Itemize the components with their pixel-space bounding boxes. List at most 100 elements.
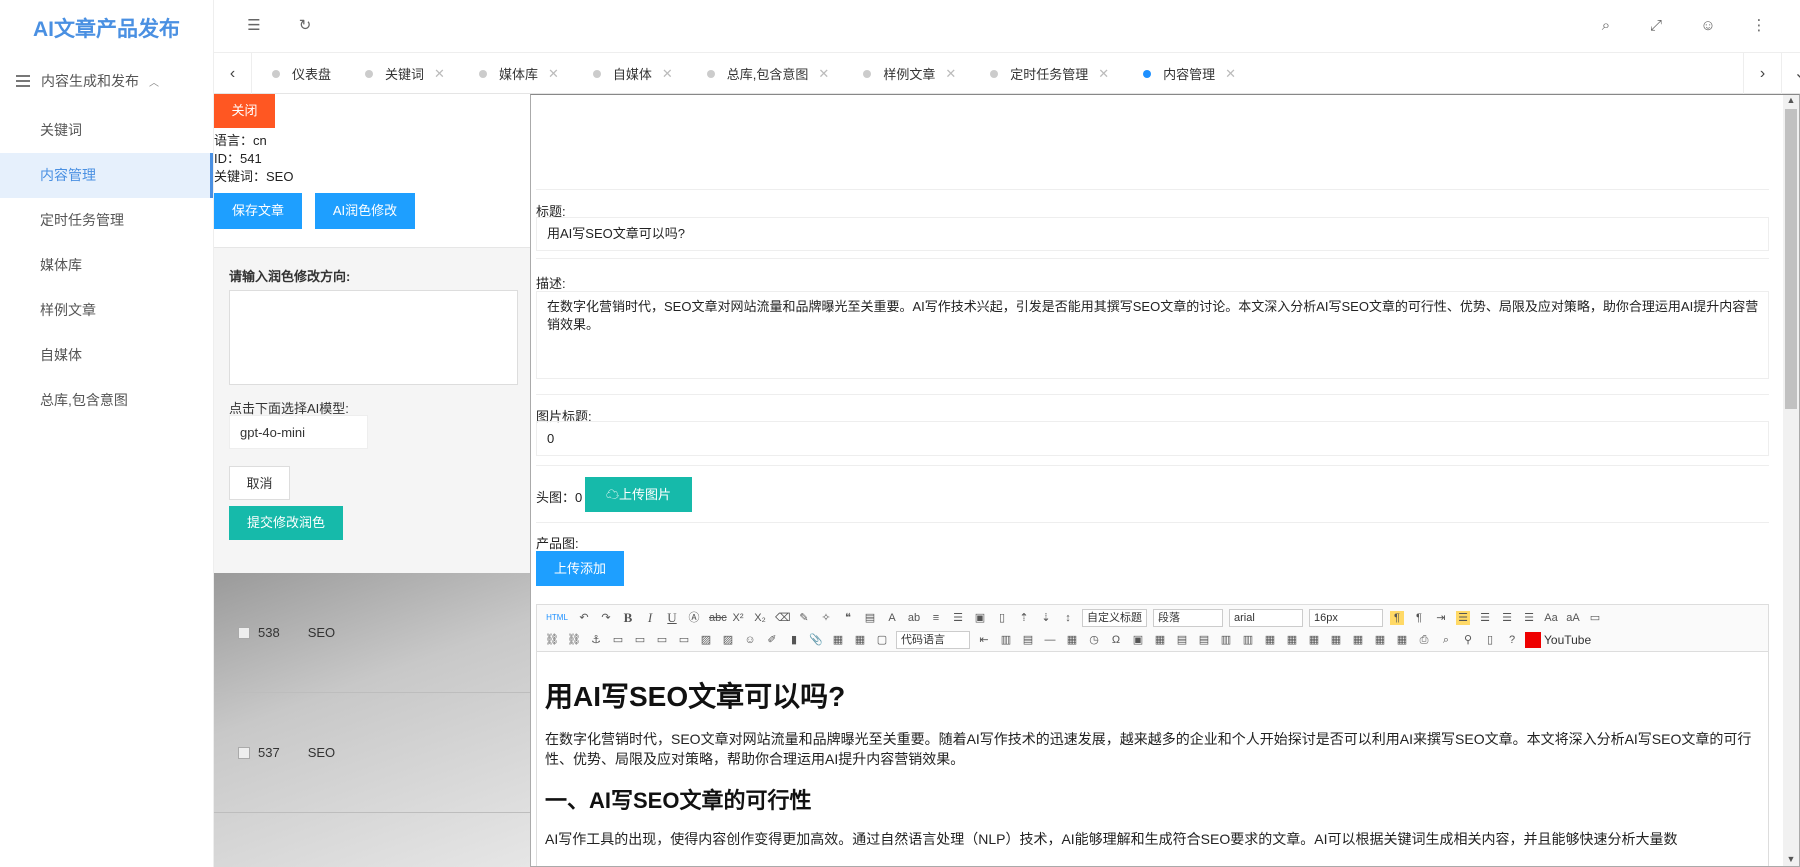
html-source-icon[interactable]: HTML: [545, 611, 569, 625]
indent-icon[interactable]: ⇥: [1434, 611, 1448, 625]
delete-row-icon[interactable]: ▤: [1197, 633, 1211, 647]
search-replace-icon[interactable]: ⚲: [1461, 633, 1475, 647]
help-icon[interactable]: ?: [1505, 633, 1519, 647]
tab-dashboard[interactable]: 仪表盘: [252, 53, 345, 94]
save-article-button[interactable]: 保存文章: [214, 193, 302, 229]
background-icon[interactable]: ▥: [999, 633, 1013, 647]
table-props-icon[interactable]: ▦: [1395, 633, 1409, 647]
highlight-icon[interactable]: ab: [907, 611, 921, 625]
scroll-down-icon[interactable]: ▼: [1783, 854, 1799, 866]
special-chars-icon[interactable]: Ω: [1109, 633, 1123, 647]
time-icon[interactable]: ◷: [1087, 633, 1101, 647]
upload-image-button[interactable]: ☁上传图片: [585, 477, 692, 512]
uppercase-icon[interactable]: Aa: [1544, 611, 1558, 625]
cancel-button[interactable]: 取消: [229, 466, 290, 500]
paste-plain-icon[interactable]: ▤: [863, 611, 877, 625]
vertical-scrollbar[interactable]: ▲ ▼: [1783, 95, 1799, 866]
upload-add-button[interactable]: 上传添加: [536, 551, 624, 586]
format-painter-icon[interactable]: ✎: [797, 611, 811, 625]
insert-col-icon[interactable]: ▥: [1219, 633, 1233, 647]
image-right-icon[interactable]: ▭: [655, 633, 669, 647]
title-input[interactable]: 用AI写SEO文章可以吗?: [536, 217, 1769, 251]
app-logo[interactable]: AI文章产品发布: [0, 0, 213, 54]
fullscreen-editor-icon[interactable]: ▭: [1588, 611, 1602, 625]
underline-icon[interactable]: U: [665, 611, 679, 625]
more-icon[interactable]: ⋮: [1749, 16, 1769, 36]
close-icon[interactable]: ✕: [434, 66, 445, 82]
unordered-list-icon[interactable]: ☰: [951, 611, 965, 625]
split-cols-icon[interactable]: ▦: [1373, 633, 1387, 647]
merge-right-icon[interactable]: ▦: [1307, 633, 1321, 647]
tabs-next-icon[interactable]: ›: [1743, 53, 1781, 94]
row-checkbox[interactable]: [238, 626, 250, 639]
tab-sample-articles[interactable]: 样例文章 ✕: [843, 53, 970, 94]
map-icon[interactable]: ▦: [831, 633, 845, 647]
insert-frame-icon[interactable]: ▢: [875, 633, 889, 647]
image-icon[interactable]: ▨: [699, 633, 713, 647]
emoji-icon[interactable]: ☺: [743, 633, 757, 647]
table-icon[interactable]: ▦: [1153, 633, 1167, 647]
align-left-icon[interactable]: ☰: [1456, 611, 1470, 625]
italic-icon[interactable]: I: [643, 611, 657, 625]
auto-format-icon[interactable]: ✧: [819, 611, 833, 625]
align-justify-icon[interactable]: ☰: [1522, 611, 1536, 625]
image-left-icon[interactable]: ▭: [633, 633, 647, 647]
align-right-icon[interactable]: ☰: [1500, 611, 1514, 625]
sidebar-item-content-management[interactable]: 内容管理: [0, 153, 213, 198]
line-height-icon[interactable]: ↕: [1061, 611, 1075, 625]
sidebar-item-self-media[interactable]: 自媒体: [0, 333, 213, 378]
drafts-icon[interactable]: ▯: [1483, 633, 1497, 647]
tab-content-management[interactable]: 内容管理 ✕: [1123, 53, 1250, 94]
wordimage-icon[interactable]: ▣: [1131, 633, 1145, 647]
tab-scheduled-tasks[interactable]: 定时任务管理 ✕: [970, 53, 1123, 94]
row-spacing-top-icon[interactable]: ⇡: [1017, 611, 1031, 625]
search-icon[interactable]: ⌕: [1596, 16, 1616, 36]
tab-self-media[interactable]: 自媒体 ✕: [573, 53, 687, 94]
tab-keywords[interactable]: 关键词 ✕: [345, 53, 459, 94]
polish-direction-input[interactable]: [229, 290, 518, 385]
split-cells-icon[interactable]: ▦: [1285, 633, 1299, 647]
description-textarea[interactable]: 在数字化营销时代，SEO文章对网站流量和品牌曝光至关重要。AI写作技术兴起，引发…: [536, 291, 1769, 379]
menu-fold-icon[interactable]: ☰: [244, 16, 264, 36]
subscript-icon[interactable]: X₂: [753, 611, 767, 625]
close-icon[interactable]: ✕: [548, 66, 559, 82]
sidebar-item-scheduled-tasks[interactable]: 定时任务管理: [0, 198, 213, 243]
custom-heading-select[interactable]: 自定义标题: [1082, 609, 1147, 627]
chevron-down-icon[interactable]: ⌄: [1781, 53, 1800, 94]
table-row[interactable]: 538 SEO: [214, 573, 531, 693]
refresh-icon[interactable]: ↻: [295, 16, 315, 36]
multi-image-icon[interactable]: ▨: [721, 633, 735, 647]
scroll-up-icon[interactable]: ▲: [1783, 95, 1799, 109]
font-color-icon[interactable]: A: [885, 611, 899, 625]
merge-cells-icon[interactable]: ▦: [1263, 633, 1277, 647]
image-center-icon[interactable]: ▭: [677, 633, 691, 647]
row-spacing-bottom-icon[interactable]: ⇣: [1039, 611, 1053, 625]
menu-group-content[interactable]: 内容生成和发布 ︿: [0, 54, 213, 108]
close-button[interactable]: 关闭: [214, 94, 275, 128]
insert-row-icon[interactable]: ▤: [1175, 633, 1189, 647]
attachment-icon[interactable]: 📎: [809, 633, 823, 647]
ltr-icon[interactable]: ¶: [1390, 611, 1404, 625]
strikethrough-icon[interactable]: abc: [709, 611, 727, 625]
tab-media-library[interactable]: 媒体库 ✕: [459, 53, 573, 94]
eraser-icon[interactable]: ⌫: [775, 611, 791, 625]
user-icon[interactable]: ☺: [1698, 16, 1718, 36]
gmap-icon[interactable]: ▦: [853, 633, 867, 647]
blockquote-icon[interactable]: ❝: [841, 611, 855, 625]
sidebar-item-media-library[interactable]: 媒体库: [0, 243, 213, 288]
font-border-icon[interactable]: Ⓐ: [687, 611, 701, 625]
sidebar-item-sample-articles[interactable]: 样例文章: [0, 288, 213, 333]
lowercase-icon[interactable]: aA: [1566, 611, 1580, 625]
redo-icon[interactable]: ↷: [599, 611, 613, 625]
font-size-select[interactable]: 16px: [1309, 609, 1383, 627]
font-family-select[interactable]: arial: [1229, 609, 1303, 627]
print-icon[interactable]: ⎙: [1417, 633, 1431, 647]
submit-polish-button[interactable]: 提交修改润色: [229, 506, 343, 540]
youtube-button[interactable]: YouTube: [1525, 632, 1591, 648]
close-icon[interactable]: ✕: [662, 66, 673, 82]
delete-col-icon[interactable]: ▥: [1241, 633, 1255, 647]
tabs-prev-icon[interactable]: ‹: [214, 53, 252, 94]
sidebar-item-keywords[interactable]: 关键词: [0, 108, 213, 153]
close-icon[interactable]: ✕: [1225, 66, 1236, 82]
row-checkbox[interactable]: [238, 746, 250, 759]
